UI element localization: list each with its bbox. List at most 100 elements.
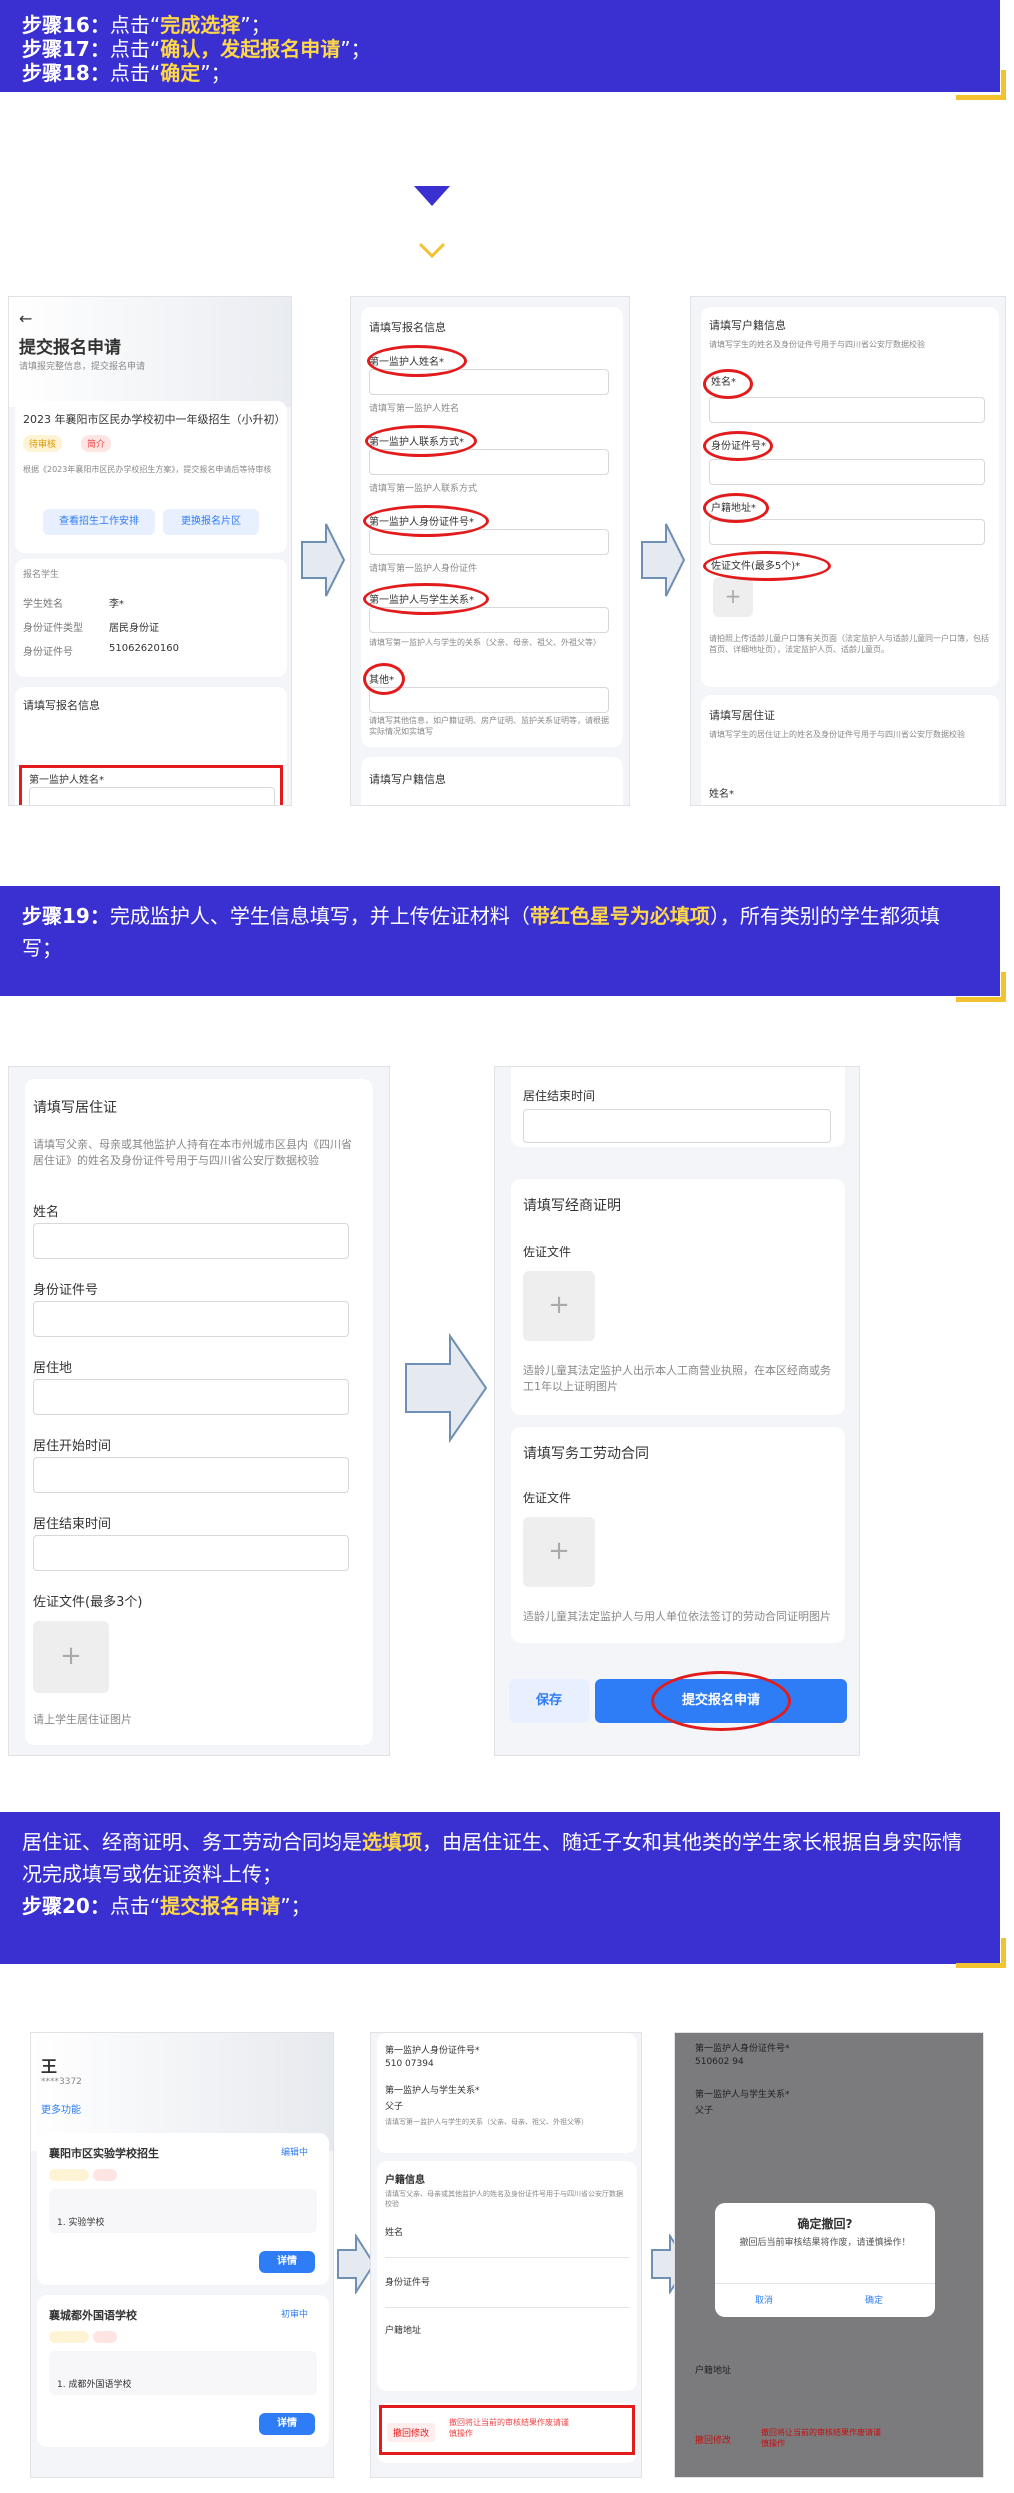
screenshot-residence-form: 请填写居住证 请填写父亲、母亲或其他监护人持有在本市州城市区县内《四川省居住证》… xyxy=(8,1066,390,1756)
step-banner-1: 步骤16：点击“完成选择”； 步骤17：点击“确认，发起报名申请”； 步骤18：… xyxy=(0,0,1000,92)
tag-badge xyxy=(49,2169,89,2181)
field-label: 第一监护人与学生关系* xyxy=(695,2090,790,2100)
field-label: 居住地 xyxy=(33,1361,73,1376)
field-label: 姓名* xyxy=(709,789,734,800)
section-title: 请填写居住证 xyxy=(709,709,775,722)
upload-button[interactable]: + xyxy=(33,1621,109,1693)
field-value: 父子 xyxy=(385,2102,404,2112)
card-title: 襄城都外国语学校 xyxy=(49,2309,137,2322)
chevron-down-icon xyxy=(418,242,446,259)
address-input[interactable] xyxy=(33,1379,349,1415)
name-input[interactable] xyxy=(709,397,985,423)
divider xyxy=(385,2257,629,2258)
business-card: 请填写经商证明 佐证文件 + 适龄儿童其法定监护人出示本人工商营业执照，在本区经… xyxy=(511,1179,845,1415)
screenshot-household-form: 请填写户籍信息 请填写学生的姓名及身份证件号用于与四川省公安厅数据校验 姓名* … xyxy=(690,296,1006,806)
notice-text: 根据《2023年襄阳市区民办学校招生方案》，提交报名申请后等待审核 xyxy=(23,465,272,474)
field-label: 户籍地址 xyxy=(695,2366,732,2376)
page-subtitle: 请填报完整信息，提交报名申请 xyxy=(19,362,146,372)
form-title: 请填写居住证 xyxy=(33,1100,117,1116)
upload-button[interactable]: + xyxy=(523,1271,595,1341)
id-input[interactable] xyxy=(33,1301,349,1337)
address-input[interactable] xyxy=(709,519,985,545)
upload-note: 请上学生居住证图片 xyxy=(33,1713,132,1726)
field-label: 第一监护人身份证件号* xyxy=(385,2046,480,2056)
highlight-oval xyxy=(367,345,467,377)
user-name: 王 xyxy=(41,2057,58,2076)
residence-card: 请填写居住证 请填写父亲、母亲或其他监护人持有在本市州城市区县内《四川省居住证》… xyxy=(25,1079,373,1745)
details-button[interactable]: 详情 xyxy=(259,2251,315,2273)
labor-card: 请填写务工劳动合同 佐证文件 + 适龄儿童其法定监护人与用人单位依法签订的劳动合… xyxy=(511,1427,845,1643)
end-date-card: 居住结束时间 xyxy=(511,1067,845,1147)
field-label: 第一监护人与学生关系* xyxy=(385,2086,480,2096)
status-badge: 编辑中 xyxy=(281,2148,309,2158)
upload-button[interactable]: + xyxy=(713,577,753,617)
exam-card: 2023 年襄阳市区民办学校初中一年级招生（小升初） 待审核 简介 根据《202… xyxy=(15,401,287,553)
cancel-button[interactable]: 取消 xyxy=(755,2293,773,2306)
end-date-input[interactable] xyxy=(33,1535,349,1571)
field-value: 510 07394 xyxy=(385,2059,434,2069)
start-date-input[interactable] xyxy=(33,1457,349,1493)
save-button[interactable]: 保存 xyxy=(509,1679,589,1723)
right-arrow-icon xyxy=(301,523,346,597)
school-name: 1. 成都外国语学校 xyxy=(57,2380,132,2390)
screenshot-submit-application: ← 提交报名申请 请填报完整信息，提交报名申请 2023 年襄阳市区民办学校初中… xyxy=(8,296,292,806)
step-line: 步骤18：点击“确定”； xyxy=(22,61,231,85)
field-label: 身份证件号 xyxy=(385,2278,431,2288)
highlight-box xyxy=(379,2405,635,2455)
highlight-oval xyxy=(703,493,769,523)
form-desc: 请填写学生的姓名及身份证件号用于与四川省公安厅数据校验 xyxy=(709,340,925,349)
down-triangle-icon xyxy=(414,186,450,206)
page-title: 提交报名申请 xyxy=(19,338,121,358)
step-banner-2: 步骤19：完成监护人、学生信息填写，并上传佐证材料（带红色星号为必填项），所有类… xyxy=(0,886,1000,996)
upload-note: 适龄儿童其法定监护人与用人单位依法签订的劳动合同证明图片 xyxy=(523,1610,831,1623)
back-icon[interactable]: ← xyxy=(19,309,32,328)
status-badge: 待审核 xyxy=(23,435,63,452)
field-label: 居住结束时间 xyxy=(33,1517,112,1532)
form-title: 请填写报名信息 xyxy=(369,321,446,334)
upload-note: 适龄儿童其法定监护人出示本人工商营业执照，在本区经商或务工1年以上证明图片 xyxy=(523,1364,831,1393)
section-title: 请填写户籍信息 xyxy=(369,773,446,786)
field-label: 佐证文件 xyxy=(523,1491,572,1505)
field-value: 父子 xyxy=(695,2106,714,2116)
user-phone: ****3372 xyxy=(41,2077,82,2087)
screenshot-my-applications: 王 ****3372 更多功能 襄阳市区实验学校招生 编辑中 1. 实验学校 详… xyxy=(30,2032,334,2478)
id-type-label: 身份证件类型 xyxy=(23,623,83,634)
highlight-oval xyxy=(363,663,405,695)
section-title: 请填写经商证明 xyxy=(523,1198,621,1214)
details-button[interactable]: 详情 xyxy=(259,2413,315,2435)
divider xyxy=(385,2307,629,2308)
end-date-input[interactable] xyxy=(523,1109,831,1143)
student-section-title: 报名学生 xyxy=(23,570,60,580)
banner-corner-frame xyxy=(956,70,1006,100)
banner-corner-frame xyxy=(956,972,1006,1002)
field-hint: 请填写第一监护人身份证件 xyxy=(369,564,478,574)
next-card: 请填写户籍信息 xyxy=(361,757,623,805)
view-plan-button[interactable]: 查看招生工作安排 xyxy=(43,509,155,535)
field-label: 居住开始时间 xyxy=(33,1439,112,1454)
field-hint: 请填写其他信息，如户籍证明、房产证明、监护关系证明等，请根据实际情况如实填写 xyxy=(369,716,609,736)
screenshot-guardian-form: 请填写报名信息 第一监护人姓名* 请填写第一监护人姓名 第一监护人联系方式* 请… xyxy=(350,296,630,806)
name-input[interactable] xyxy=(33,1223,349,1259)
withdraw-note: 撤回将让当前的审核结果作废请谨慎操作 xyxy=(761,2428,881,2448)
section-desc: 请填写学生的居住证上的姓名及身份证件号用于与四川省公安厅数据校验 xyxy=(709,730,965,739)
other-input[interactable] xyxy=(369,687,609,713)
banner-corner-frame xyxy=(956,1938,1006,1968)
tag-badge xyxy=(93,2331,117,2343)
withdraw-button[interactable]: 撤回修改 xyxy=(695,2433,731,2446)
upload-button[interactable]: + xyxy=(523,1517,595,1587)
upload-note: 请拍照上传适龄儿童户口簿有关页面（法定监护人与适龄儿童同一户口簿，包括首页、详细… xyxy=(709,634,989,654)
change-area-button[interactable]: 更换报名片区 xyxy=(163,509,259,535)
field-value: 510602 94 xyxy=(695,2057,744,2067)
withdraw-dialog: 确定撤回? 撤回后当前审核结果将作废，请谨慎操作！ 取消 确定 xyxy=(715,2203,935,2317)
guardian-card: 第一监护人身份证件号* 510 07394 第一监护人与学生关系* 父子 请填写… xyxy=(377,2033,637,2153)
confirm-button[interactable]: 确定 xyxy=(865,2293,883,2306)
status-badge: 初审中 xyxy=(281,2310,309,2320)
student-card: 报名学生 学生姓名 李* 身份证件类型 居民身份证 身份证件号 51062620… xyxy=(15,559,287,677)
id-input[interactable] xyxy=(709,459,985,485)
dialog-message: 撤回后当前审核结果将作废，请谨慎操作！ xyxy=(739,2238,911,2248)
highlight-oval xyxy=(703,431,773,461)
student-name-label: 学生姓名 xyxy=(23,599,63,610)
card-title: 襄阳市区实验学校招生 xyxy=(49,2147,159,2160)
highlight-oval xyxy=(363,505,489,537)
more-functions-link[interactable]: 更多功能 xyxy=(41,2101,81,2116)
